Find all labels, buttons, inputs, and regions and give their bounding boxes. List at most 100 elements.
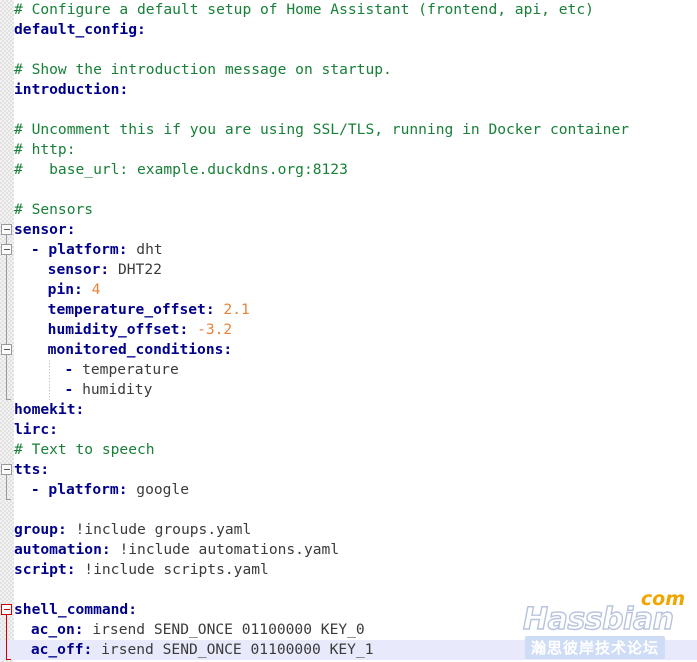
token-dash: -: [30, 241, 49, 258]
fold-sensor-item-toggle[interactable]: [1, 244, 12, 255]
token-punct: :: [101, 541, 111, 558]
fold-tts-range: [6, 475, 7, 500]
token-key: group: [14, 521, 58, 538]
token-punct: :: [205, 301, 215, 318]
token-punct: :: [118, 481, 128, 498]
token-dash: -: [64, 381, 83, 398]
code-line[interactable]: sensor:: [0, 220, 697, 240]
code-line[interactable]: lirc:: [0, 420, 697, 440]
code-line[interactable]: monitored_conditions:: [0, 340, 697, 360]
token-dash: -: [64, 361, 83, 378]
code-line[interactable]: [0, 180, 697, 200]
token-val: irsend SEND_ONCE 01100000 KEY_1: [92, 641, 374, 658]
token-val: !include automations.yaml: [110, 541, 340, 558]
code-line[interactable]: # Uncomment this if you are using SSL/TL…: [0, 120, 697, 140]
token-key: platform: [48, 241, 119, 258]
token-val: google: [127, 481, 190, 498]
code-line[interactable]: pin: 4: [0, 280, 697, 300]
code-line[interactable]: - temperature: [0, 360, 697, 380]
code-line[interactable]: tts:: [0, 460, 697, 480]
token-punct: :: [128, 601, 138, 618]
token-val: DHT22: [109, 261, 162, 278]
token-key: homekit: [14, 401, 76, 418]
code-line[interactable]: # http:: [0, 140, 697, 160]
code-line[interactable]: introduction:: [0, 80, 697, 100]
code-line[interactable]: automation: !include automations.yaml: [0, 540, 697, 560]
fold-shell-command-toggle[interactable]: [1, 604, 12, 615]
code-line[interactable]: # base_url: example.duckdns.org:8123: [0, 160, 697, 180]
token-key: automation: [14, 541, 102, 558]
code-line[interactable]: # Show the introduction message on start…: [0, 60, 697, 80]
code-line[interactable]: # Text to speech: [0, 440, 697, 460]
token-punct: :: [66, 221, 76, 238]
token-val: irsend SEND_ONCE 01100000 KEY_0: [83, 621, 365, 638]
token-comment: # Sensors: [14, 201, 94, 218]
token-punct: :: [74, 281, 83, 298]
token-val: humidity: [82, 381, 153, 398]
token-key: platform: [48, 481, 119, 498]
token-key: tts: [14, 461, 41, 478]
code-line[interactable]: ac_on: irsend SEND_ONCE 01100000 KEY_0: [0, 620, 697, 640]
token-dash: -: [30, 481, 49, 498]
token-key: sensor: [14, 221, 67, 238]
fold-monitored-conditions-toggle[interactable]: [1, 344, 12, 355]
code-line[interactable]: group: !include groups.yaml: [0, 520, 697, 540]
fold-tts-end: [6, 499, 11, 500]
code-line[interactable]: [0, 40, 697, 60]
code-line[interactable]: temperature_offset: 2.1: [0, 300, 697, 320]
token-num: 2.1: [223, 301, 250, 318]
code-line[interactable]: ac_off: irsend SEND_ONCE 01100000 KEY_1: [0, 640, 697, 660]
code-line[interactable]: [0, 500, 697, 520]
fold-shell-command-end: [6, 659, 11, 660]
code-line[interactable]: homekit:: [0, 400, 697, 420]
token-val: !include groups.yaml: [66, 521, 252, 538]
token-punct: :: [40, 461, 50, 478]
token-punct: :: [75, 401, 85, 418]
token-val: [188, 321, 197, 338]
indent-guide-monitored-conditions: [48, 360, 50, 400]
token-val: [83, 281, 92, 298]
token-punct: :: [223, 341, 233, 358]
code-line[interactable]: - platform: google: [0, 480, 697, 500]
code-line[interactable]: - platform: dht: [0, 240, 697, 260]
token-punct: :: [179, 321, 189, 338]
code-line[interactable]: shell_command:: [0, 600, 697, 620]
fold-monitored-conditions-end: [6, 399, 11, 400]
token-comment: # http:: [14, 141, 76, 158]
fold-sensor-toggle[interactable]: [1, 224, 12, 235]
token-punct: :: [118, 241, 128, 258]
token-comment: # Text to speech: [14, 441, 155, 458]
token-punct: :: [137, 21, 146, 38]
code-line[interactable]: script: !include scripts.yaml: [0, 560, 697, 580]
code-line[interactable]: # Configure a default setup of Home Assi…: [0, 0, 697, 20]
token-key: script: [14, 561, 67, 578]
token-key: temperature_offset: [47, 301, 206, 318]
token-key: lirc: [14, 421, 50, 438]
token-key: ac_off: [30, 641, 84, 658]
token-punct: :: [100, 261, 110, 278]
code-line[interactable]: - humidity: [0, 380, 697, 400]
token-key: shell_command: [14, 601, 129, 618]
code-line[interactable]: default_config:: [0, 20, 697, 40]
code-line[interactable]: # Sensors: [0, 200, 697, 220]
code-line[interactable]: sensor: DHT22: [0, 260, 697, 280]
token-comment: # Uncomment this if you are using SSL/TL…: [14, 121, 630, 138]
token-punct: :: [57, 521, 67, 538]
code-line[interactable]: [0, 100, 697, 120]
token-num: 4: [91, 281, 101, 298]
token-punct: :: [119, 81, 129, 98]
fold-tts-toggle[interactable]: [1, 464, 12, 475]
token-key: humidity_offset: [47, 321, 180, 338]
yaml-code-editor[interactable]: # Configure a default setup of Home Assi…: [0, 0, 697, 662]
token-key: monitored_conditions: [47, 341, 224, 358]
code-area[interactable]: # Configure a default setup of Home Assi…: [0, 0, 697, 662]
token-num: -3.2: [197, 321, 233, 338]
token-comment: # Configure a default setup of Home Assi…: [14, 1, 594, 18]
token-key: introduction: [14, 81, 120, 98]
code-line[interactable]: [0, 580, 697, 600]
fold-monitored-conditions-range: [6, 355, 7, 400]
code-line[interactable]: humidity_offset: -3.2: [0, 320, 697, 340]
token-comment: # Show the introduction message on start…: [14, 61, 392, 78]
token-key: ac_on: [30, 621, 75, 638]
token-key: sensor: [47, 261, 101, 278]
